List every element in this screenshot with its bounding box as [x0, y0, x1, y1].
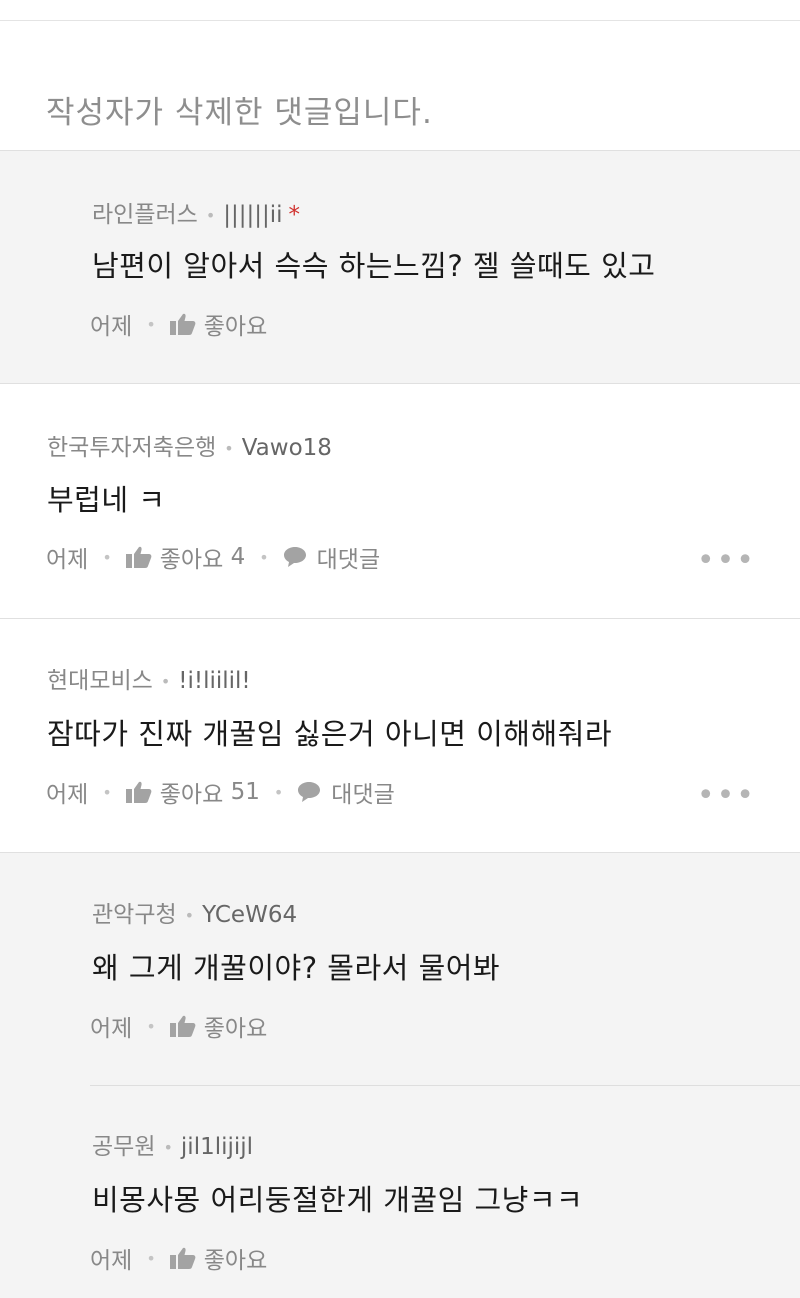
company-name: 한국투자저축은행	[47, 435, 217, 461]
comment-text: 비몽사몽 어리둥절한게 개꿀임 그냥ㅋㅋ	[92, 1183, 584, 1217]
separator-dot: •	[146, 314, 156, 334]
thumbs-up-icon	[169, 312, 196, 336]
separator-dot: •	[102, 547, 112, 567]
reply-label: 대댓글	[316, 547, 381, 573]
like-button[interactable]: 좋아요 4	[125, 540, 246, 574]
more-dots-icon[interactable]: •••	[697, 546, 756, 576]
comment-time: 어제	[90, 1016, 133, 1042]
reply-button[interactable]: 대댓글	[297, 775, 395, 809]
comment-text: 남편이 알아서 슥슥 하는느낌? 젤 쓸때도 있고	[92, 249, 656, 283]
separator-dot: •	[205, 206, 216, 225]
comment-item: 현대모비스 • !i!liilil! 잠따가 진짜 개꿀임 싫은거 아니면 이해해줘…	[0, 619, 800, 853]
like-count: 51	[230, 779, 260, 805]
like-label: 좋아요	[159, 547, 224, 573]
separator-dot: •	[184, 906, 195, 925]
comment-text: 잠따가 진짜 개꿀임 싫은거 아니면 이해해줘라	[47, 717, 613, 751]
comment-actions: 어제 • 좋아요 4 • 대댓글	[46, 540, 380, 574]
separator-dot: •	[146, 1248, 156, 1268]
thumbs-up-icon	[125, 780, 152, 804]
comment-time: 어제	[46, 782, 89, 808]
company-name: 관악구청	[92, 902, 177, 928]
comment-meta: 라인플러스 • ||||||ii *	[92, 195, 300, 229]
comment-actions: 어제 • 좋아요	[90, 307, 267, 341]
reply-divider	[90, 1085, 800, 1086]
separator-dot: •	[146, 1016, 156, 1036]
deleted-comment: 작성자가 삭제한 댓글입니다.	[0, 21, 800, 151]
separator-dot: •	[224, 439, 234, 458]
separator-dot: •	[273, 782, 284, 802]
reply-group: 관악구청 • YCeW64 왜 그게 개꿀이야? 몰라서 물어봐 어제 • 좋아요 …	[0, 853, 800, 1298]
company-name: 현대모비스	[47, 668, 153, 694]
comment-actions: 어제 • 좋아요 51 • 대댓글	[46, 775, 395, 809]
comment-item: 한국투자저축은행 • Vawo18 부럽네 ㅋ 어제 • 좋아요 4 • 대댓글 •…	[0, 384, 800, 619]
like-button[interactable]: 좋아요	[169, 1241, 268, 1275]
comment-text: 부럽네 ㅋ	[47, 483, 166, 517]
like-count: 4	[230, 544, 246, 570]
comment-time: 어제	[90, 314, 133, 340]
separator-dot: •	[160, 672, 171, 691]
nickname[interactable]: jil1lijijl	[181, 1134, 253, 1160]
comment-time: 어제	[90, 1248, 133, 1274]
speech-bubble-icon	[283, 545, 309, 569]
comment-meta: 한국투자저축은행 • Vawo18	[47, 428, 332, 462]
like-label: 좋아요	[203, 1248, 268, 1274]
comment-meta: 공무원 • jil1lijijl	[92, 1127, 253, 1161]
like-label: 좋아요	[203, 314, 268, 340]
reply-button[interactable]: 대댓글	[283, 540, 380, 574]
like-label: 좋아요	[203, 1016, 268, 1042]
comment-actions: 어제 • 좋아요	[90, 1009, 267, 1043]
company-name: 라인플러스	[92, 202, 198, 228]
nickname[interactable]: Vawo18	[242, 435, 332, 461]
separator-dot: •	[259, 547, 269, 567]
reply-label: 대댓글	[331, 782, 395, 808]
more-dots-icon[interactable]: •••	[697, 781, 756, 811]
separator-dot: •	[163, 1138, 173, 1157]
separator-dot: •	[102, 782, 112, 802]
comment-actions: 어제 • 좋아요	[90, 1241, 267, 1275]
nickname[interactable]: ||||||ii	[223, 202, 282, 228]
author-mark: *	[288, 202, 301, 228]
top-divider	[0, 0, 800, 21]
thumbs-up-icon	[169, 1246, 196, 1270]
thumbs-up-icon	[169, 1014, 196, 1038]
speech-bubble-icon	[297, 780, 323, 804]
company-name: 공무원	[92, 1134, 156, 1160]
like-button[interactable]: 좋아요 51	[125, 775, 260, 809]
comment-meta: 현대모비스 • !i!liilil!	[47, 661, 251, 695]
like-button[interactable]: 좋아요	[169, 1009, 268, 1043]
like-label: 좋아요	[159, 782, 224, 808]
comment-meta: 관악구청 • YCeW64	[92, 895, 297, 929]
nickname[interactable]: YCeW64	[202, 902, 297, 928]
deleted-notice: 작성자가 삭제한 댓글입니다.	[46, 95, 433, 131]
thumbs-up-icon	[125, 545, 152, 569]
comment-item: 라인플러스 • ||||||ii * 남편이 알아서 슥슥 하는느낌? 젤 쓸때도 있…	[0, 151, 800, 384]
comment-time: 어제	[46, 547, 89, 573]
like-button[interactable]: 좋아요	[169, 307, 268, 341]
nickname[interactable]: !i!liilil!	[178, 668, 250, 694]
comment-text: 왜 그게 개꿀이야? 몰라서 물어봐	[92, 951, 501, 985]
